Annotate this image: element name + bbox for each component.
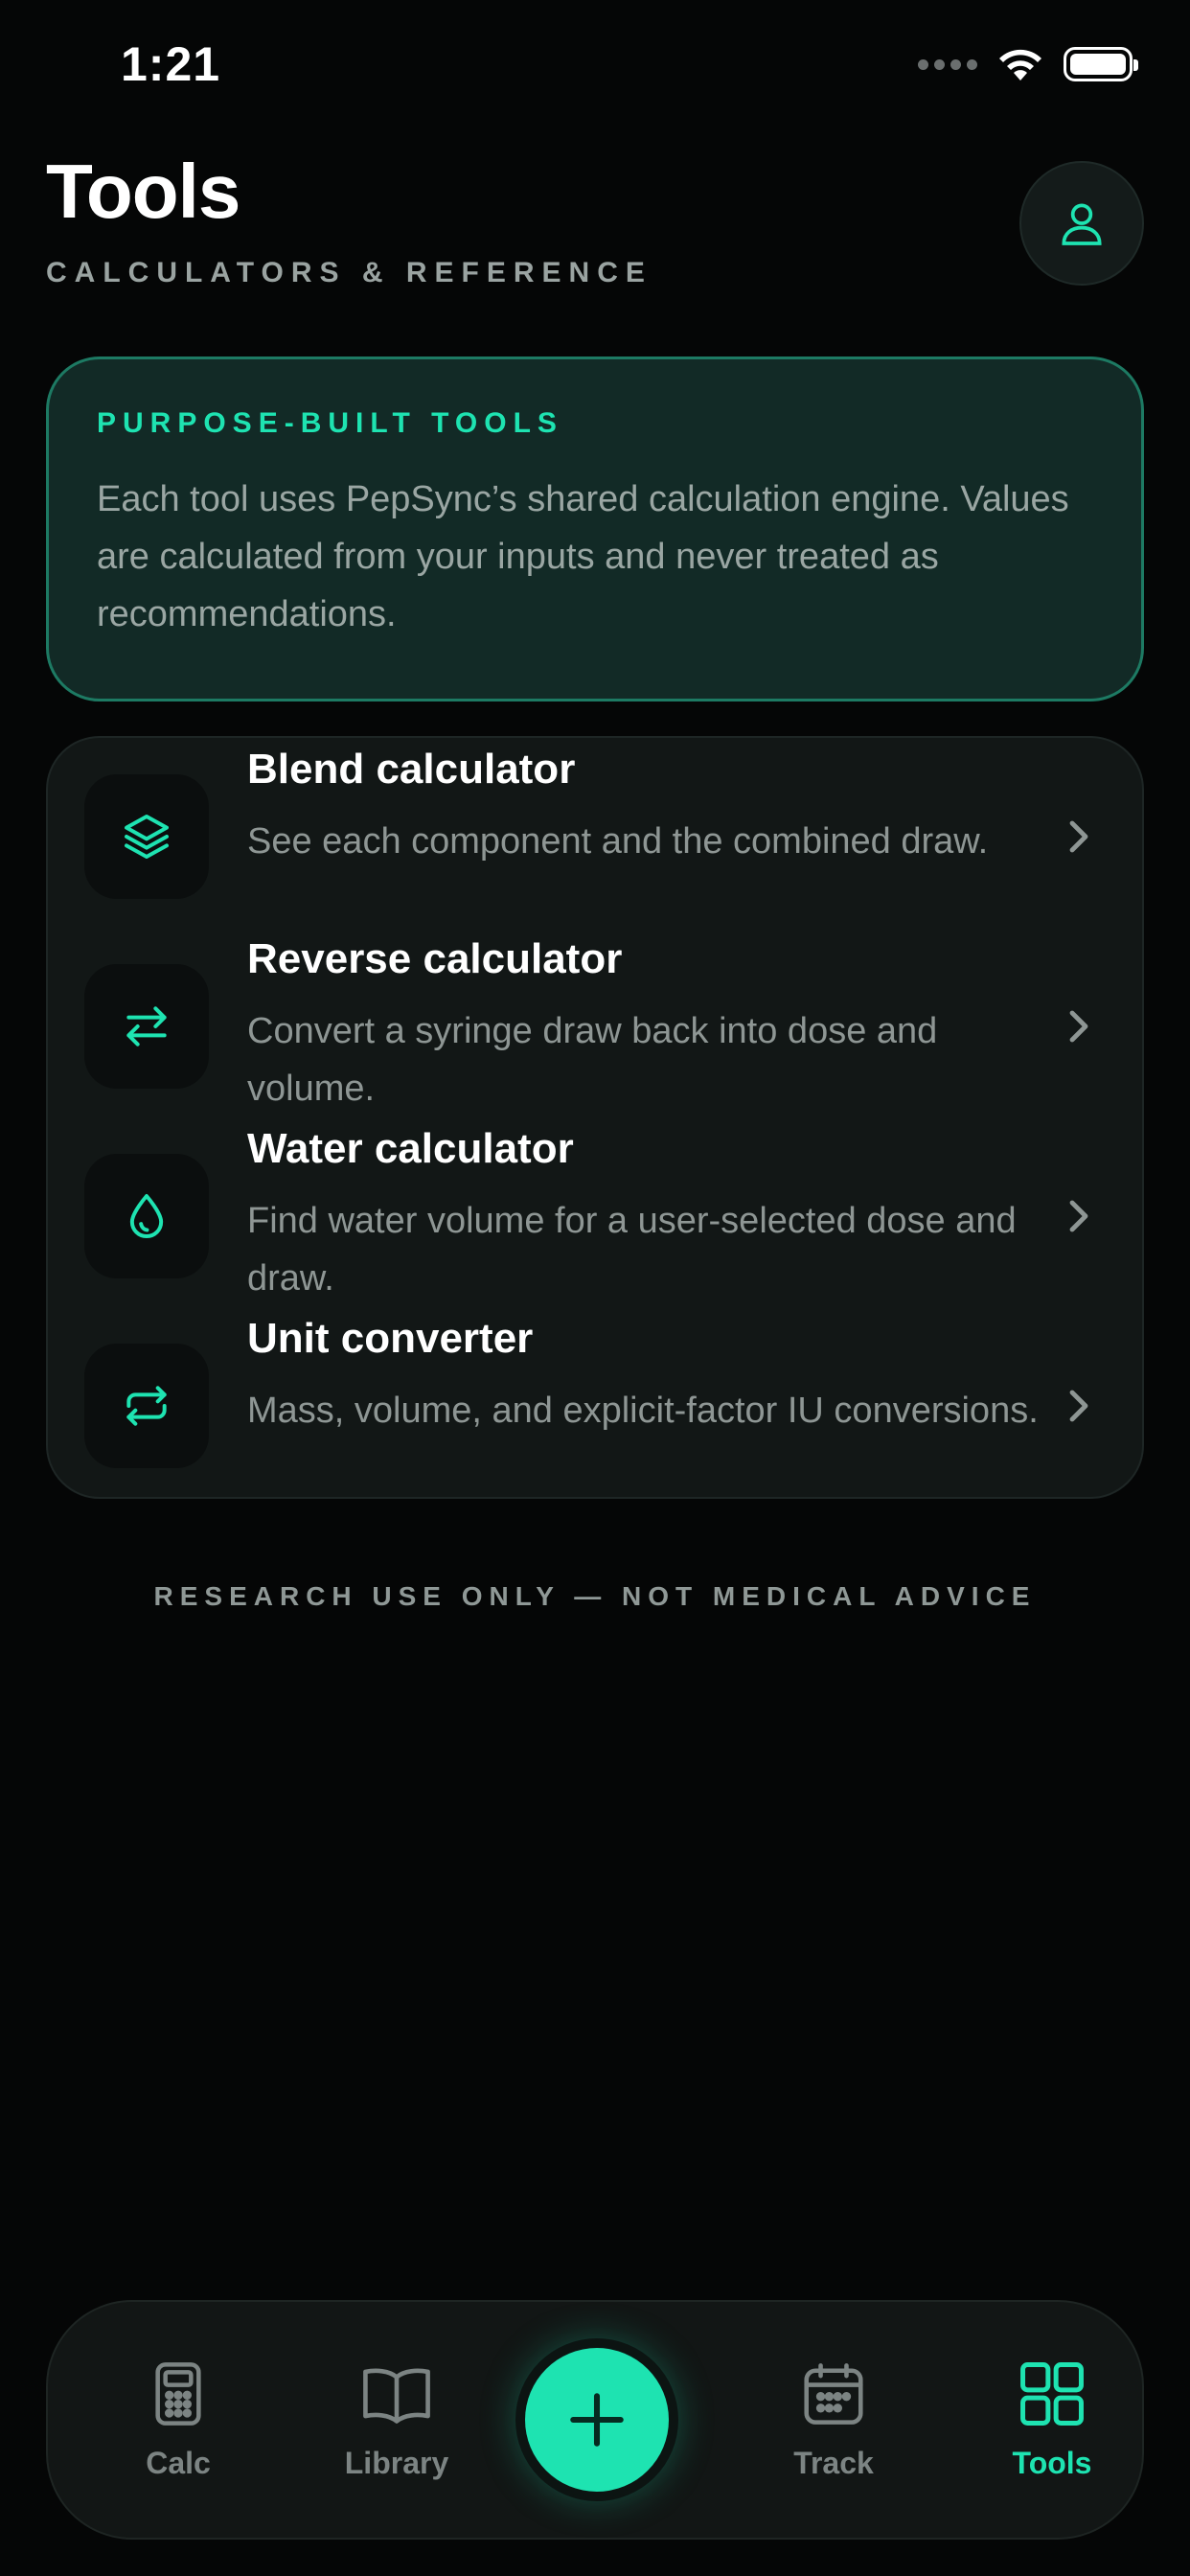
water-drop-icon xyxy=(129,1194,164,1238)
tool-title: Water calculator xyxy=(247,1125,574,1172)
status-indicators xyxy=(918,46,1138,82)
profile-button[interactable] xyxy=(1019,161,1144,286)
page-header: Tools CALCULATORS & REFERENCE xyxy=(46,153,1144,307)
status-time: 1:21 xyxy=(121,37,221,91)
battery-icon xyxy=(1064,47,1138,81)
tab-label: Tools xyxy=(1012,2446,1092,2480)
page-title: Tools xyxy=(46,149,240,234)
tool-row-unit-converter[interactable]: Unit converter Mass, volume, and explici… xyxy=(48,1307,1142,1497)
calendar-icon xyxy=(795,2356,872,2432)
add-button[interactable] xyxy=(525,2348,669,2492)
plus-icon xyxy=(570,2393,624,2447)
tool-title: Blend calculator xyxy=(247,746,576,793)
tab-label: Library xyxy=(344,2446,449,2480)
tools-list: Blend calculator See each component and … xyxy=(46,736,1144,1499)
disclaimer-text: RESEARCH USE ONLY — NOT MEDICAL ADVICE xyxy=(153,1581,1037,1611)
purpose-built-tools-card: PURPOSE-BUILT TOOLS Each tool uses PepSy… xyxy=(46,356,1144,702)
tool-description: Convert a syringe draw back into dose an… xyxy=(247,1011,938,1109)
book-icon xyxy=(358,2356,435,2432)
tool-title: Reverse calculator xyxy=(247,935,623,982)
calculator-icon xyxy=(140,2356,217,2432)
status-bar: 1:21 xyxy=(0,0,1190,134)
tool-icon-container xyxy=(84,964,209,1089)
tool-icon-container xyxy=(84,1154,209,1278)
tab-tools[interactable]: Tools xyxy=(966,2356,1138,2509)
info-card-text: Each tool uses PepSync’s shared calculat… xyxy=(97,479,1069,634)
tool-row-reverse-calculator[interactable]: Reverse calculator Convert a syringe dra… xyxy=(48,928,1142,1117)
tool-row-water-calculator[interactable]: Water calculator Find water volume for a… xyxy=(48,1117,1142,1307)
chevron-right-icon xyxy=(1060,1002,1098,1050)
chevron-right-icon xyxy=(1060,1382,1098,1430)
info-card-label: PURPOSE-BUILT TOOLS xyxy=(97,407,563,439)
tool-icon-container xyxy=(84,1344,209,1468)
chevron-right-icon xyxy=(1060,1192,1098,1240)
chevron-right-icon xyxy=(1060,813,1098,861)
tool-title: Unit converter xyxy=(247,1315,534,1362)
cellular-signal-icon xyxy=(918,58,977,70)
tool-icon-container xyxy=(84,774,209,899)
swap-arrows-icon xyxy=(126,1006,167,1046)
repeat-icon xyxy=(126,1386,167,1426)
page-subtitle: CALCULATORS & REFERENCE xyxy=(46,257,652,288)
tab-track[interactable]: Track xyxy=(747,2356,920,2509)
tab-library[interactable]: Library xyxy=(310,2356,483,2509)
tab-label: Calc xyxy=(146,2446,211,2480)
tool-description: See each component and the combined draw… xyxy=(247,821,989,862)
grid-icon xyxy=(1014,2356,1090,2432)
wifi-icon xyxy=(999,49,1041,80)
tab-label: Track xyxy=(793,2446,874,2480)
tool-row-blend-calculator[interactable]: Blend calculator See each component and … xyxy=(48,738,1142,928)
tool-description: Find water volume for a user-selected do… xyxy=(247,1201,1017,1299)
layers-icon xyxy=(125,815,169,859)
tab-calc[interactable]: Calc xyxy=(92,2356,264,2509)
tool-description: Mass, volume, and explicit-factor IU con… xyxy=(247,1391,1039,1431)
person-icon xyxy=(1062,203,1102,245)
bottom-tab-bar: Calc Library Track Tools xyxy=(46,2300,1144,2540)
